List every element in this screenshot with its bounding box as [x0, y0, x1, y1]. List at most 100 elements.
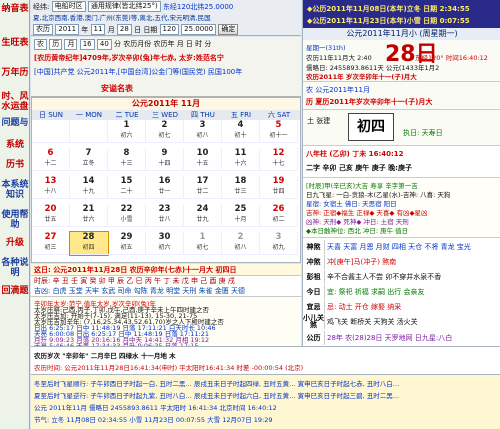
calendar-day-cell[interactable]: 21 廿六: [70, 204, 108, 227]
calendar-day-cell[interactable]: 12 十七: [260, 148, 298, 171]
latitude-input[interactable]: 25.0000: [181, 24, 217, 35]
calendar-day-cell[interactable]: 19 廿四: [260, 176, 298, 199]
day-lunar-label: 廿二: [196, 188, 209, 195]
spirit-line: ◆本日触神位: 西北 冲日: 庚午 值日: [306, 227, 409, 235]
day-lunar-label: 初三: [44, 244, 57, 251]
calendar-day-cell[interactable]: 4 初十: [222, 120, 260, 143]
month-unit: 月: [107, 26, 115, 34]
day-lunar-label: 初十一: [269, 132, 288, 139]
day-solar-number: 4: [237, 120, 244, 130]
calendar-day-cell[interactable]: 27 初三: [32, 232, 70, 255]
lunar-day-box: 土 张建 初四 执日: 天寿日: [303, 109, 500, 145]
day-lunar-label: 廿五: [44, 216, 57, 223]
calendar-day-cell[interactable]: 29 初五: [108, 232, 146, 255]
lunar-month-text: 农历2011年 岁次辛卯年十一(子)月大: [306, 73, 417, 81]
day-detail-panel: ◆公历2011年11月08日(本年)立冬 日期 2:34:55 ◆公历2011年…: [302, 0, 500, 346]
day-lunar-label: 十九: [82, 188, 95, 195]
calendar-day-cell[interactable]: 2 初七: [146, 120, 184, 143]
calendar-day-cell[interactable]: 1 初六: [108, 120, 146, 143]
calendar-day-cell[interactable]: 22 小雪: [108, 204, 146, 227]
calendar-day-cell[interactable]: 5 初十一: [260, 120, 298, 143]
calendar-day-cell[interactable]: 24 廿九: [184, 204, 222, 227]
sidebar-item-help[interactable]: 使用帮助: [1, 210, 29, 240]
sidebar-item-knowledge[interactable]: 本系统知识: [1, 180, 29, 210]
day-solar-number: 15: [120, 176, 133, 186]
calendar-day-cell[interactable]: 7 立冬: [70, 148, 108, 171]
name-table-link[interactable]: 安谥名表: [101, 83, 133, 94]
flying-star-notes: 冬至后时飞星顺行: 子午卯酉日子时起一白, 丑时二黑… 辰戌丑未日子时起四绿, …: [31, 374, 500, 429]
sidebar-item-notes[interactable]: 各种说明: [1, 258, 29, 288]
day-solar-number: 16: [158, 176, 171, 186]
region-select[interactable]: 通用规律(皆北纬25°): [87, 1, 161, 12]
day-solar-number: 2: [161, 120, 168, 130]
confirm-button[interactable]: 确定: [218, 24, 239, 35]
calendar-day-cell[interactable]: 13 十八: [32, 176, 70, 199]
day-lunar-label: 廿一: [158, 188, 171, 195]
almanac-label: 冲煞: [303, 255, 325, 269]
calendar-day-cell[interactable]: 23 廿八: [146, 204, 184, 227]
almanac-value: 忌: 动土 开仓 嫁娶 纳采: [327, 303, 402, 311]
day-solar-number: 20: [44, 204, 57, 214]
timezone-select[interactable]: 电船时区: [51, 1, 86, 12]
calendar-day-cell[interactable]: 17 廿二: [184, 176, 222, 199]
day-input[interactable]: 28: [116, 24, 132, 35]
almanac-label: 神煞: [303, 240, 325, 254]
day-solar-number: 27: [44, 232, 57, 242]
day-solar-number: 22: [120, 204, 133, 214]
sidebar-item-nayin[interactable]: 纳音表: [1, 4, 29, 34]
taisui-notes: 辛卯年太岁:范宁,值年太岁,岁次辛卯(兔)年 太岁压祭:己酉,丙子,丁卯,戊午,…: [31, 296, 301, 350]
hour-input[interactable]: 16: [79, 39, 95, 50]
calendar-day-cell[interactable]: 8 十三: [108, 148, 146, 171]
day-lunar-label: 十月: [234, 216, 247, 223]
month-input[interactable]: 11: [90, 24, 106, 35]
almanac-grid: 神煞 天喜 天富 月恩 月财 四相 天仓 不将 青龙 宝光 冲煞 冲[庚午]马(…: [303, 237, 500, 346]
calendar-day-cell[interactable]: 30 初六: [146, 232, 184, 255]
year-info-panel: 农 历 月 16 40 分 农历月份 农历年 月 日 时 分 [农历黄帝纪年]4…: [31, 37, 301, 97]
day-lunar-label: 初七: [196, 244, 209, 251]
sidebar-item-return[interactable]: 回滴题: [1, 286, 29, 316]
era-list[interactable]: 夏,北京西南,香港,澳门,广州(东莞)等,离北,五代,宋元明清,民国: [33, 12, 211, 24]
calendar-day-cell[interactable]: 20 廿五: [32, 204, 70, 227]
calendar-day-cell[interactable]: 3 初九: [260, 232, 298, 255]
longitude-input[interactable]: 120: [159, 24, 179, 35]
calendar-day-cell[interactable]: 3 初八: [184, 120, 222, 143]
year-input[interactable]: 2011: [55, 24, 80, 35]
lunar-month-select[interactable]: 月: [64, 39, 78, 50]
day-lunar-label: 十七: [272, 160, 285, 167]
day-lunar-label: 十八: [44, 188, 57, 195]
day-lunar-label: 初六: [120, 132, 133, 139]
almanac-value: 辛不合酱主人不尝 卯不穿井水泉不香: [327, 273, 442, 281]
calendar-day-cell[interactable]: 9 十四: [146, 148, 184, 171]
coordinates-text: 东经120北纬25.0000: [162, 3, 234, 11]
calendar-day-cell[interactable]: 15 二十: [108, 176, 146, 199]
lunar-calendar-select[interactable]: 历: [49, 39, 63, 50]
lunar-mode-select[interactable]: 农: [34, 39, 47, 50]
sidebar-item-shengwang[interactable]: 生旺表: [1, 38, 29, 68]
day-lunar-label: 十五: [196, 160, 209, 167]
calendar-day-cell[interactable]: 11 十六: [222, 148, 260, 171]
almanac-value: 鸡飞关 断桥关 天狗关 汤火关: [327, 318, 418, 326]
minute-input[interactable]: 40: [96, 39, 112, 50]
calendar-day-cell[interactable]: 6 十二: [32, 148, 70, 171]
calendar-type-select[interactable]: 农历: [33, 24, 53, 35]
calendar-day-cell[interactable]: 2 初八: [222, 232, 260, 255]
month-calendar: 公元2011年 11月 日 SUN 一 MON 二 TUE 三 WED 四 TH…: [31, 97, 301, 263]
calendar-day-cell[interactable]: 25 十月: [222, 204, 260, 227]
weekday-mon: 一 MON: [75, 111, 102, 119]
xia-year-text: 历 夏历2011年岁次辛卯年十一(子)月大: [306, 98, 433, 106]
calendar-day-cell[interactable]: 14 十九: [70, 176, 108, 199]
calendar-day-cell[interactable]: [70, 120, 108, 143]
day-panel-title: 公元2011年11月小 (周星期一): [303, 28, 500, 40]
day-lunar-label: 十二: [44, 160, 57, 167]
calendar-day-cell[interactable]: 28 初四: [69, 231, 109, 256]
date-label: 日期: [143, 26, 158, 34]
day-solar-number: 12: [272, 148, 285, 158]
calendar-day-cell[interactable]: 26 初二: [260, 204, 298, 227]
calendar-day-cell[interactable]: 1 初七: [184, 232, 222, 255]
day-spirits: [时辰]甲(辛巳亥)大吉 寿享 辛字第一吉 日九飞星: 一白-贪狼-木(乙星(水…: [303, 177, 500, 237]
solar-term-lidong: ◆公历2011年11月08日(本年)立冬 日期 2:34:55: [307, 5, 470, 13]
calendar-day-cell[interactable]: 16 廿一: [146, 176, 184, 199]
calendar-day-cell[interactable]: 18 廿三: [222, 176, 260, 199]
calendar-day-cell[interactable]: 10 十五: [184, 148, 222, 171]
calendar-day-cell[interactable]: [32, 120, 70, 143]
